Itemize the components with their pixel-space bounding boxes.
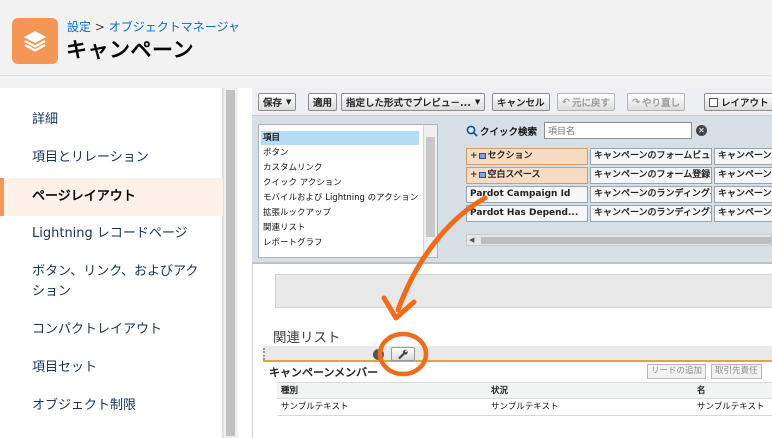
category-expanded-lookups[interactable]: 拡張ルックアップ: [261, 206, 419, 220]
preview-as-label: 指定した形式でプレビュ－...: [346, 98, 471, 109]
nav-item-compact-layouts[interactable]: コンパクトレイアウト: [0, 320, 223, 340]
campaign-members-related-list: キャンペーンメンバー リードの追加 取引先責任 種別 状況 名 サンプルテキスト…: [263, 362, 772, 438]
palette-scrollbar-thumb[interactable]: [481, 237, 771, 244]
nav-item-field-sets[interactable]: 項目セット: [0, 358, 223, 378]
category-report-charts[interactable]: レポートグラフ: [261, 236, 419, 250]
section-icon: [478, 152, 486, 159]
save-label: 保存: [263, 98, 283, 109]
palette-item[interactable]: Pardot Campaign Id: [466, 186, 588, 203]
layout-properties-icon: [709, 97, 718, 107]
breadcrumb-object-manager-link[interactable]: オブジェクトマネージャ: [109, 20, 240, 34]
quick-search-label: クイック検索: [480, 127, 538, 138]
palette: 項目 ボタン カスタムリンク クイック アクション モバイルおよび Lightn…: [252, 116, 772, 264]
palette-field-grid: + セクション キャンペーンのフォームビュー キャンペーンの + 空白スペース キャ…: [466, 148, 772, 226]
plus-icon: +: [470, 170, 478, 180]
palette-item[interactable]: キャンペーンの: [714, 148, 772, 165]
search-icon: [466, 125, 478, 137]
page-header: 設定 > オブジェクトマネージャ キャンペーン: [0, 0, 772, 76]
clear-search-icon[interactable]: ✕: [696, 125, 707, 136]
palette-item-label: 空白スペース: [487, 170, 541, 180]
apply-button[interactable]: 適用: [308, 93, 338, 111]
nav-item-fields-relationships[interactable]: 項目とリレーション: [0, 148, 223, 168]
nav-item-page-layouts[interactable]: ページレイアウト: [0, 178, 223, 216]
layers-icon: [12, 18, 58, 64]
save-button[interactable]: 保存 ▼: [258, 93, 297, 111]
table-cell: サンプルテキスト: [693, 399, 772, 416]
category-scrollbar-thumb[interactable]: [426, 137, 435, 237]
layout-properties-label: レイアウト: [721, 98, 769, 109]
quick-search: クイック検索: [466, 124, 537, 138]
palette-item[interactable]: キャンペーンの: [714, 205, 772, 222]
palette-item[interactable]: キャンペーンの: [714, 167, 772, 184]
breadcrumb: 設定 > オブジェクトマネージャ: [67, 18, 240, 35]
category-related-lists[interactable]: 関連リスト: [261, 221, 419, 235]
nav-item-lightning-record-pages[interactable]: Lightning レコードページ: [0, 224, 223, 244]
palette-category-list[interactable]: 項目 ボタン カスタムリンク クイック アクション モバイルおよび Lightn…: [258, 124, 438, 258]
redo-button[interactable]: ↷ やり直し: [627, 93, 685, 111]
breadcrumb-setup-link[interactable]: 設定: [67, 20, 91, 34]
table-cell: サンプルテキスト: [277, 399, 487, 416]
nav-scrollbar-thumb[interactable]: [226, 90, 235, 436]
layout-canvas: 関連リスト キャンペーンメンバー リードの追加 取引先責任 種別 状況 名 サン…: [252, 264, 772, 438]
quick-search-input[interactable]: [544, 122, 692, 139]
category-quick-actions[interactable]: クイック アクション: [261, 176, 419, 190]
palette-item[interactable]: キャンペーンのフォーム登録: [590, 167, 712, 184]
blank-space-icon: [478, 171, 486, 178]
page-title: キャンペーン: [66, 38, 194, 62]
object-nav: 詳細 項目とリレーション ページレイアウト Lightning レコードページ …: [0, 88, 223, 438]
related-list-title: キャンペーンメンバー: [269, 366, 379, 379]
remove-icon[interactable]: [373, 349, 384, 360]
category-fields[interactable]: 項目: [261, 131, 419, 145]
related-list-properties-button[interactable]: [391, 347, 415, 361]
nav-item-buttons-links-actions[interactable]: ボタン、リンク、およびアクション: [0, 262, 200, 302]
table-cell: サンプルテキスト: [487, 399, 693, 416]
layout-properties-button[interactable]: レイアウト: [704, 93, 772, 111]
drag-handle-icon[interactable]: [263, 348, 267, 360]
related-list-handle[interactable]: [263, 346, 772, 362]
add-leads-button[interactable]: リードの追加: [647, 364, 707, 379]
layout-editor: 保存 ▼ 適用 指定した形式でプレビュ－... ▼ キャンセル ↶ 元に戻す ↷ やり直…: [238, 88, 772, 438]
nav-scrollbar[interactable]: [223, 88, 237, 438]
add-contacts-button[interactable]: 取引先責任: [711, 364, 762, 379]
palette-item-blank-space[interactable]: + 空白スペース: [466, 167, 588, 184]
nav-item-object-limits[interactable]: オブジェクト制限: [0, 396, 223, 416]
category-scrollbar[interactable]: [423, 125, 437, 257]
undo-button[interactable]: ↶ 元に戻す: [557, 93, 615, 111]
palette-item[interactable]: Pardot Has Depend...: [466, 205, 588, 222]
wrench-icon: [398, 349, 408, 359]
palette-item-section[interactable]: + セクション: [466, 148, 588, 165]
chevron-down-icon: ▼: [474, 98, 481, 106]
palette-scrollbar[interactable]: ◀: [466, 234, 772, 246]
column-header-type: 種別: [277, 382, 487, 399]
undo-icon: ↶: [562, 96, 570, 108]
undo-label: 元に戻す: [571, 98, 610, 109]
plus-icon: +: [470, 151, 478, 161]
palette-item-label: セクション: [487, 151, 533, 161]
editor-toolbar: 保存 ▼ 適用 指定した形式でプレビュ－... ▼ キャンセル ↶ 元に戻す ↷ やり直…: [252, 88, 772, 116]
palette-item[interactable]: キャンペーンのフォームビュー: [590, 148, 712, 165]
breadcrumb-separator: >: [91, 20, 109, 34]
chevron-down-icon: ▼: [286, 98, 292, 106]
redo-label: やり直し: [641, 98, 680, 109]
column-header-first-name: 名: [693, 382, 772, 399]
palette-item[interactable]: キャンペーンのランディングペ: [590, 205, 712, 222]
palette-item[interactable]: キャンペーンの: [714, 186, 772, 203]
redo-icon: ↷: [632, 96, 640, 108]
preview-as-button[interactable]: 指定した形式でプレビュ－... ▼: [341, 93, 486, 111]
blank-section: [275, 274, 772, 308]
palette-item[interactable]: キャンペーンのランディングペ: [590, 186, 712, 203]
column-header-status: 状況: [487, 382, 693, 399]
category-buttons[interactable]: ボタン: [261, 146, 419, 160]
related-lists-heading: 関連リスト: [273, 330, 341, 346]
cancel-button[interactable]: キャンセル: [492, 93, 550, 111]
nav-item-details[interactable]: 詳細: [0, 110, 223, 130]
category-mobile-lightning-actions[interactable]: モバイルおよび Lightning のアクション: [261, 191, 419, 205]
scroll-left-icon[interactable]: ◀: [469, 236, 474, 244]
category-custom-links[interactable]: カスタムリンク: [261, 161, 419, 175]
